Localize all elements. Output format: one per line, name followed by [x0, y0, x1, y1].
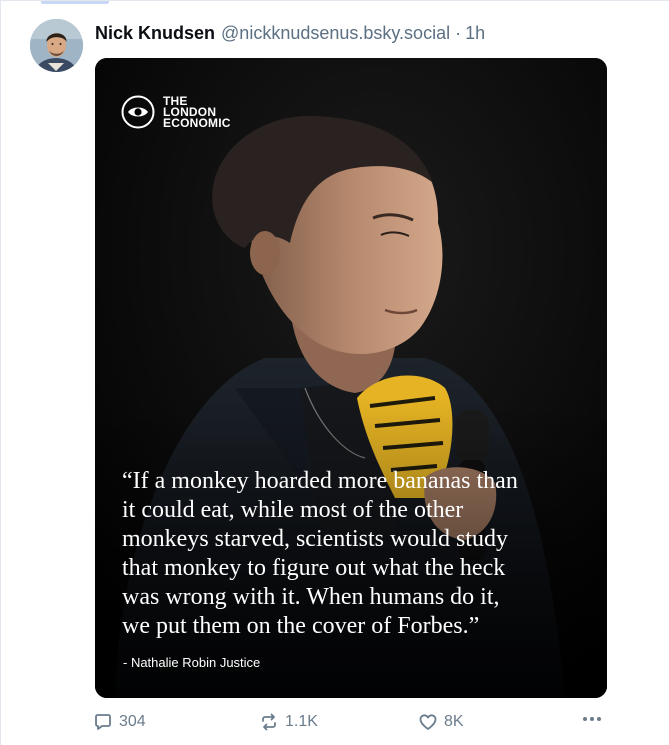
more-options-button[interactable]: [581, 709, 609, 729]
post-header: Nick Knudsen @nickknudsenus.bsky.social …: [95, 21, 485, 45]
quote-attribution: - Nathalie Robin Justice: [123, 655, 261, 670]
avatar-image: [30, 19, 83, 72]
quote-line: that monkey to figure out what the heck: [122, 555, 506, 581]
repost-button[interactable]: 1.1K: [259, 709, 318, 735]
post-image[interactable]: THE LONDON ECONOMIC “If a monkey hoarded…: [95, 58, 607, 698]
quote-line: it could eat, while most of the other: [122, 497, 464, 523]
quote-line: “If a monkey hoarded more bananas than: [122, 468, 518, 494]
quote-text: “If a monkey hoarded more bananas than i…: [122, 467, 592, 641]
quote-line: we put them on the cover of Forbes.”: [122, 613, 480, 639]
post-time[interactable]: 1h: [465, 21, 485, 45]
more-icon: [583, 717, 601, 721]
publisher-name-line: ECONOMIC: [163, 115, 231, 130]
post-actions: 304 1.1K 8K: [93, 709, 613, 735]
like-icon: [419, 714, 437, 730]
reply-icon: [95, 714, 111, 730]
quote-line: was wrong with it. When humans do it,: [122, 584, 500, 610]
meta-separator: ·: [455, 23, 462, 43]
london-economic-logo-icon: [121, 95, 155, 129]
repost-icon: [262, 713, 276, 731]
reply-count: 304: [119, 713, 146, 730]
top-accent: [41, 1, 109, 4]
post-card: Nick Knudsen @nickknudsenus.bsky.social …: [0, 0, 669, 745]
author-display-name[interactable]: Nick Knudsen: [95, 21, 215, 45]
author-handle[interactable]: @nickknudsenus.bsky.social: [221, 21, 450, 45]
like-button[interactable]: 8K: [418, 709, 464, 735]
avatar[interactable]: [30, 19, 83, 72]
like-count: 8K: [444, 713, 464, 730]
reply-button[interactable]: 304: [93, 709, 146, 735]
repost-count: 1.1K: [285, 713, 318, 730]
publisher-logo: THE LONDON ECONOMIC: [121, 95, 231, 129]
publisher-name: THE LONDON ECONOMIC: [163, 95, 231, 130]
quote-line: monkeys starved, scientists would study: [122, 526, 508, 552]
